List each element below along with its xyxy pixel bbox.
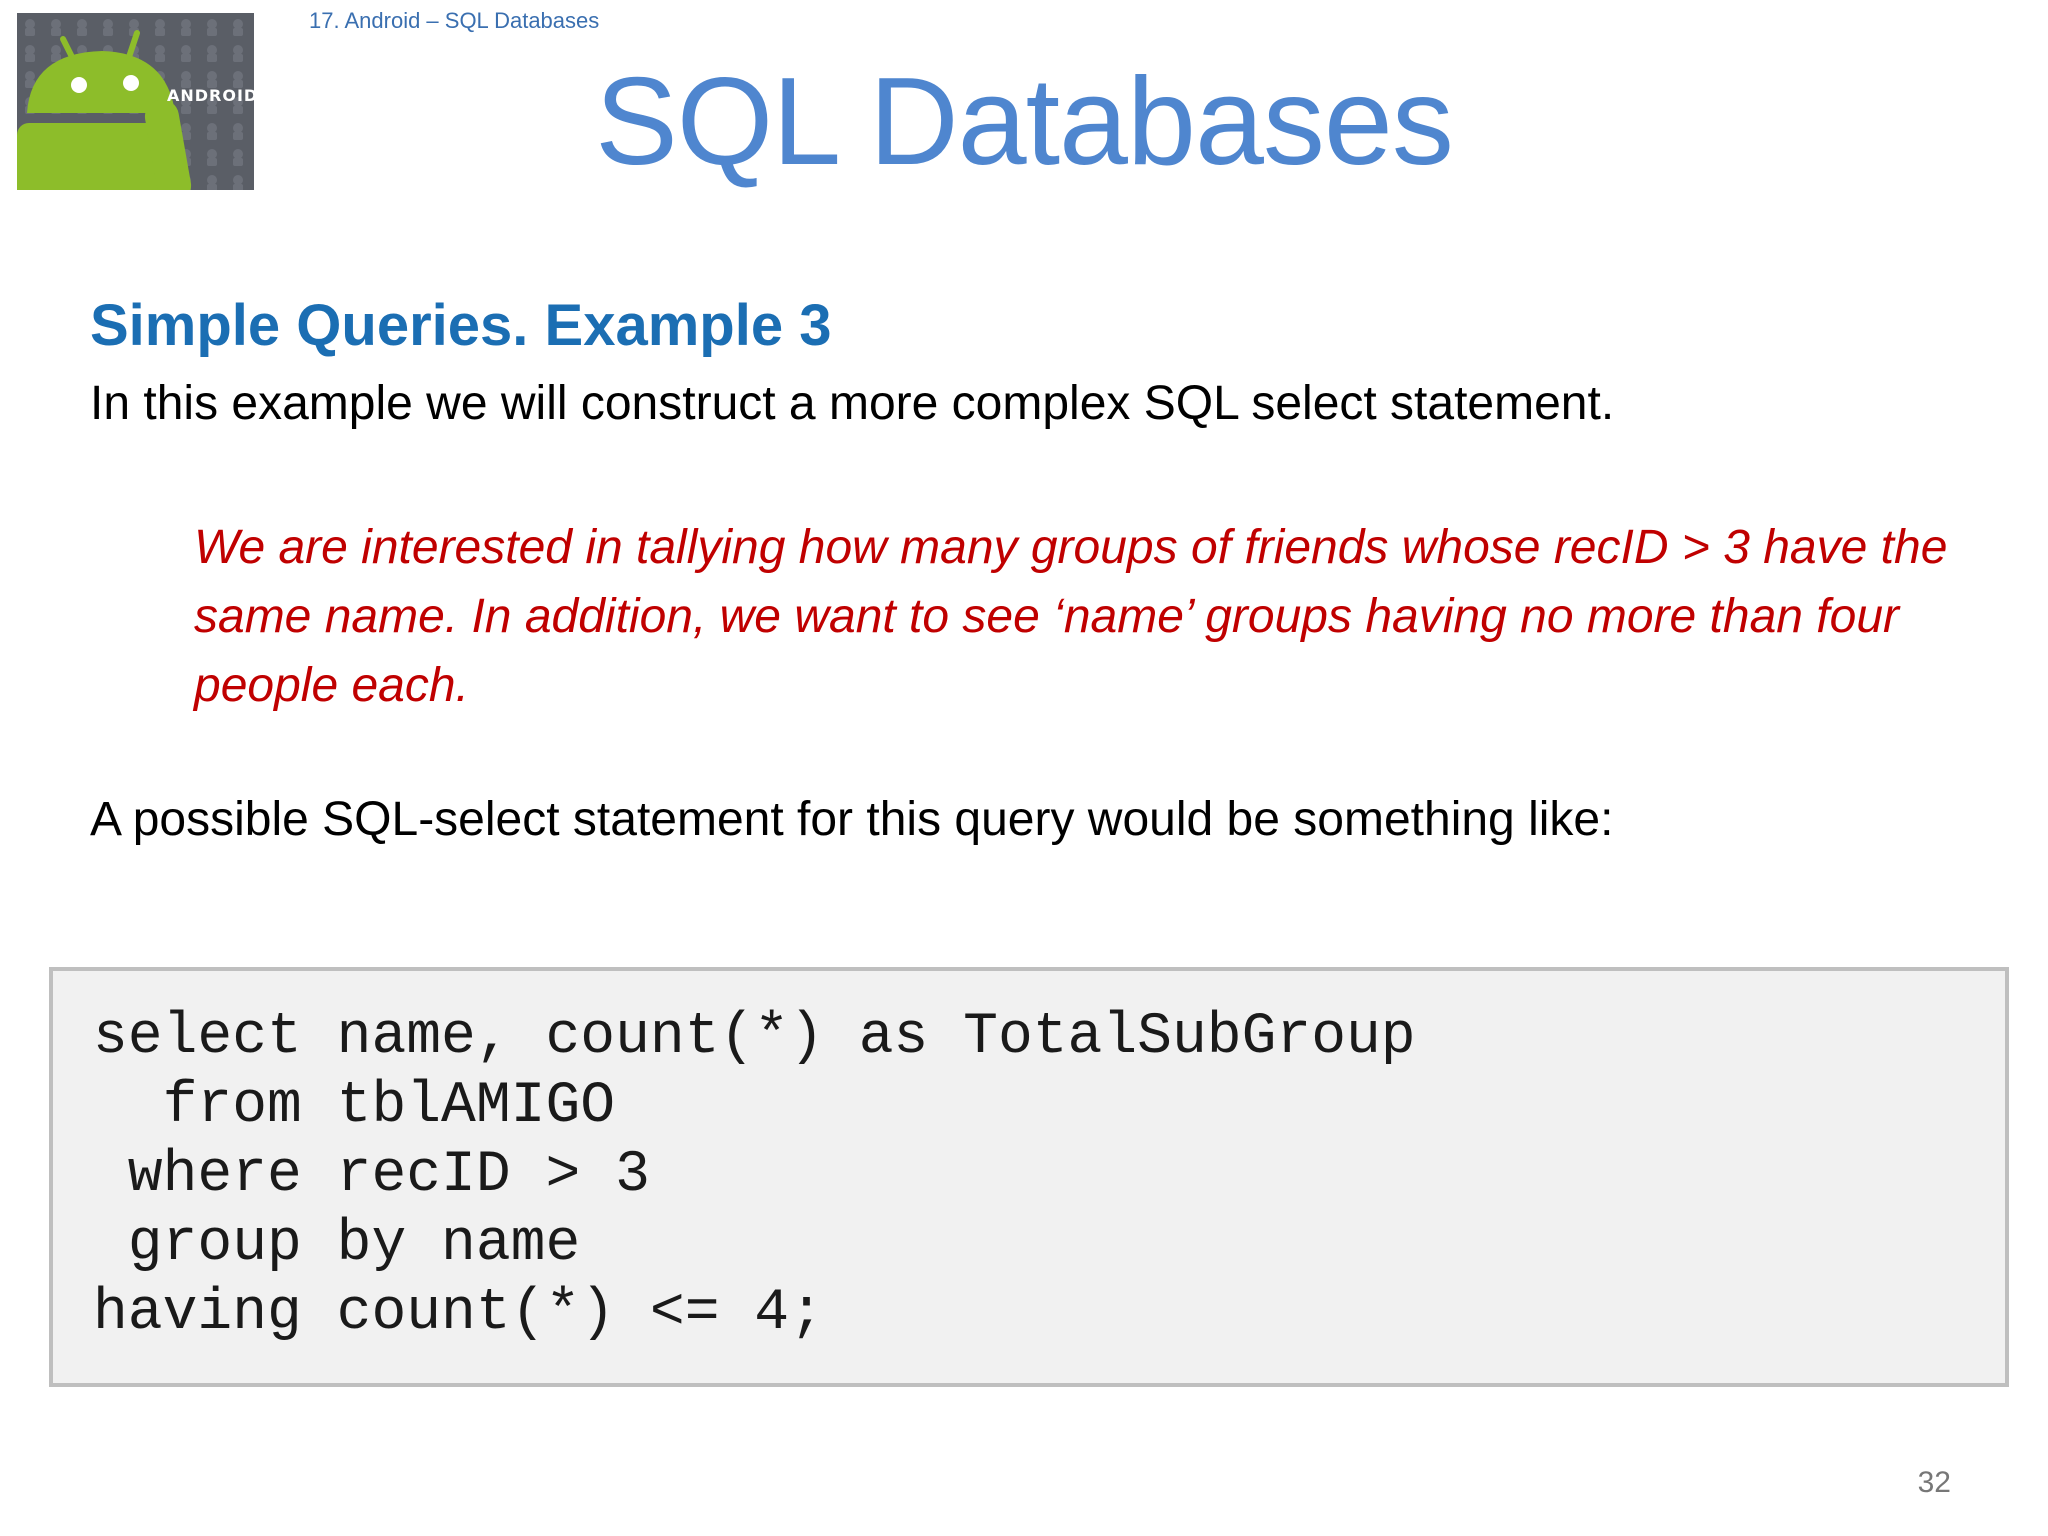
page-title: SQL Databases (595, 53, 1454, 191)
code-line: group by name (93, 1212, 581, 1277)
lead-in-text: A possible SQL-select statement for this… (90, 793, 1614, 846)
code-line: from tblAMIGO (93, 1074, 616, 1139)
section-heading: Simple Queries. Example 3 (90, 293, 832, 358)
code-line: select name, count(*) as TotalSubGroup (93, 1005, 1416, 1070)
breadcrumb: 17. Android – SQL Databases (309, 8, 600, 33)
sql-code: select name, count(*) as TotalSubGroup f… (53, 971, 2005, 1348)
query-goal-text: We are interested in tallying how many g… (194, 521, 1948, 712)
intro-text: In this example we will construct a more… (90, 377, 1615, 430)
code-line: having count(*) <= 4; (93, 1281, 824, 1346)
sql-code-block: select name, count(*) as TotalSubGroup f… (49, 967, 2009, 1387)
code-line: where recID > 3 (93, 1143, 650, 1208)
page-number: 32 (1917, 1466, 1951, 1499)
